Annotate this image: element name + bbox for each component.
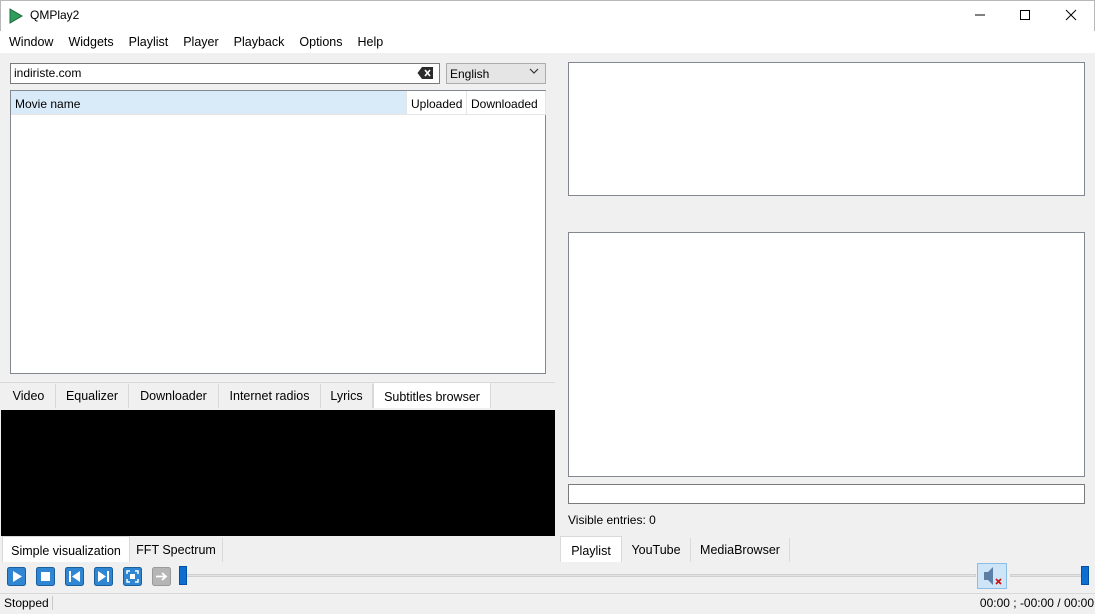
minimize-icon — [975, 14, 985, 16]
playlist-tab-bar: Playlist YouTube MediaBrowser — [560, 536, 1095, 562]
status-bar — [0, 593, 1095, 614]
tab-lyrics[interactable]: Lyrics — [321, 384, 373, 408]
tab-subtitles-browser[interactable]: Subtitles browser — [373, 382, 491, 408]
subtitles-results-table[interactable]: Movie name Uploaded Downloaded — [10, 90, 546, 374]
qmplay-logo-icon — [9, 8, 23, 24]
previous-icon[interactable] — [65, 567, 84, 586]
speaker-muted-icon — [984, 567, 1002, 585]
menu-widgets[interactable]: Widgets — [61, 31, 121, 53]
visualization-area — [1, 410, 555, 536]
info-panel — [568, 62, 1085, 196]
tab-internet-radios[interactable]: Internet radios — [219, 384, 321, 408]
clear-search-icon[interactable] — [417, 66, 434, 80]
menu-bar: Window Widgets Playlist Player Playback … — [0, 31, 1095, 53]
mute-button[interactable] — [977, 563, 1007, 589]
tab-equalizer[interactable]: Equalizer — [56, 384, 129, 408]
seek-slider-handle[interactable] — [179, 566, 187, 585]
tab-video[interactable]: Video — [2, 384, 56, 408]
visualization-tab-bar: Simple visualization FFT Spectrum — [0, 536, 555, 562]
menu-player[interactable]: Player — [176, 31, 226, 53]
stop-icon[interactable] — [36, 567, 55, 586]
dock-tab-bar: Video Equalizer Downloader Internet radi… — [0, 382, 555, 408]
play-icon[interactable] — [7, 567, 26, 586]
column-header-uploaded[interactable]: Uploaded — [407, 91, 467, 115]
visible-entries-label: Visible entries: 0 — [568, 513, 656, 527]
title-bar — [0, 0, 1095, 31]
chevron-down-icon — [529, 68, 539, 74]
playback-state-label: Stopped — [4, 596, 53, 610]
minimize-button[interactable] — [957, 0, 1003, 30]
maximize-icon — [1020, 10, 1030, 20]
menu-playlist[interactable]: Playlist — [122, 31, 177, 53]
tab-youtube[interactable]: YouTube — [622, 538, 691, 562]
column-header-movie-name[interactable]: Movie name — [11, 91, 407, 115]
column-header-downloaded[interactable]: Downloaded — [467, 91, 546, 115]
next-in-queue-icon[interactable] — [152, 567, 171, 586]
fullscreen-icon[interactable] — [123, 567, 142, 586]
playlist-filter-input[interactable] — [568, 484, 1085, 504]
volume-slider-handle[interactable] — [1081, 566, 1089, 585]
menu-window[interactable]: Window — [2, 31, 61, 53]
next-icon[interactable] — [94, 567, 113, 586]
tab-fft-spectrum[interactable]: FFT Spectrum — [130, 538, 223, 562]
menu-options[interactable]: Options — [292, 31, 350, 53]
subtitle-search-input[interactable]: indiriste.com — [10, 63, 440, 84]
tab-simple-visualization[interactable]: Simple visualization — [2, 536, 130, 562]
playback-time-label: 00:00 ; -00:00 / 00:00 — [979, 596, 1094, 610]
close-icon — [1065, 9, 1077, 21]
menu-help[interactable]: Help — [350, 31, 391, 53]
tab-playlist[interactable]: Playlist — [560, 536, 622, 562]
window-title: QMPlay2 — [30, 8, 80, 22]
menu-playback[interactable]: Playback — [227, 31, 293, 53]
tab-mediabrowser[interactable]: MediaBrowser — [691, 538, 790, 562]
maximize-button[interactable] — [1002, 0, 1048, 30]
close-button[interactable] — [1048, 0, 1094, 30]
volume-slider-track[interactable] — [1010, 574, 1086, 577]
seek-slider-track[interactable] — [186, 574, 976, 577]
tab-downloader[interactable]: Downloader — [129, 384, 219, 408]
playlist-view[interactable] — [568, 232, 1085, 477]
